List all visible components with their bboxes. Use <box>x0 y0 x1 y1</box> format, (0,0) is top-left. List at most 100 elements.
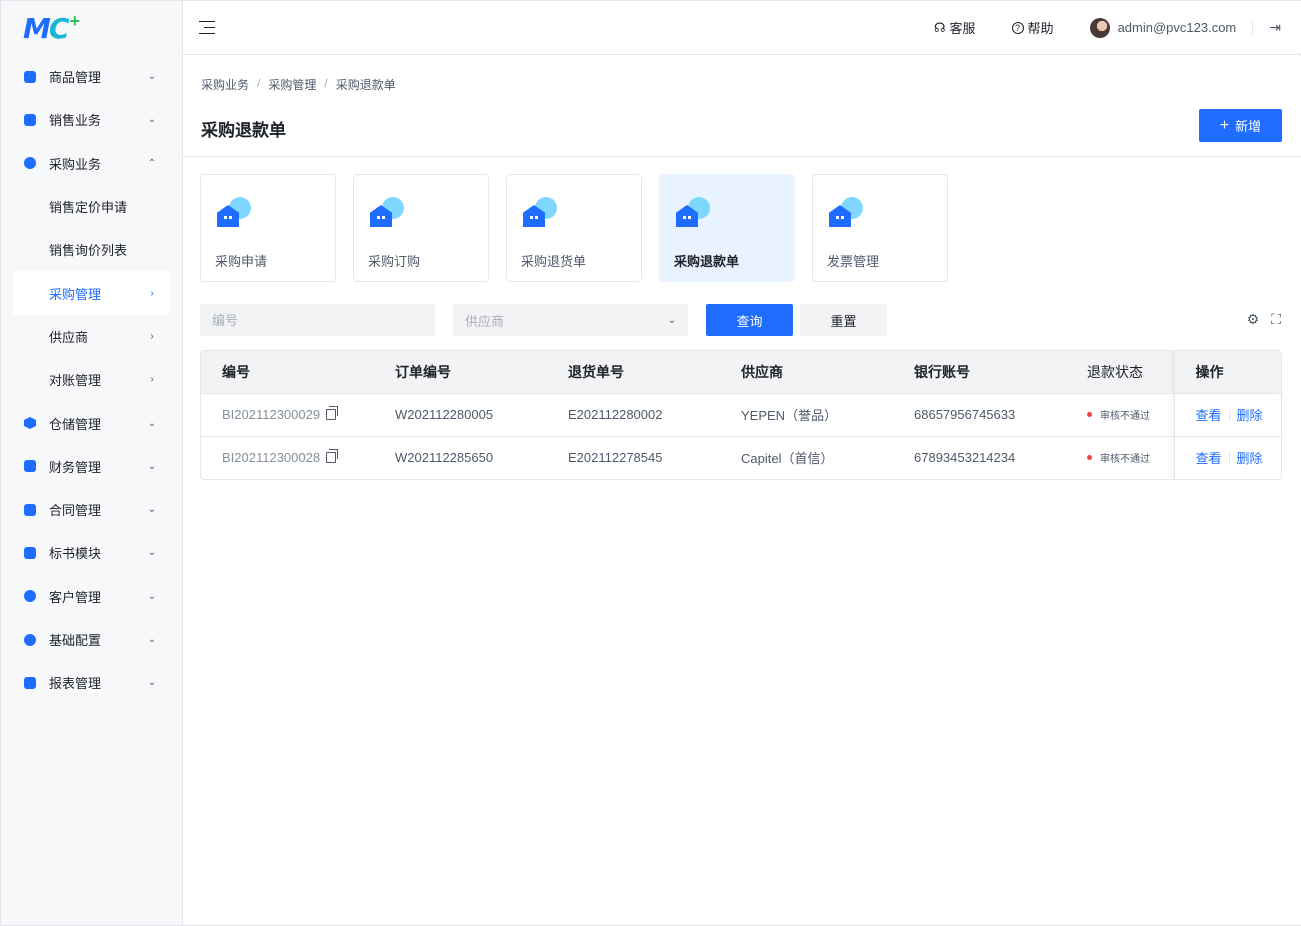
chevron-down-icon: ⌄ <box>147 71 157 83</box>
refund-table: 编号 订单编号 退货单号 供应商 银行账号 退款状态 操作 BI20211230… <box>200 350 1282 480</box>
card-purchase-refund[interactable]: 采购退款单 <box>659 174 795 282</box>
logout-icon[interactable]: ⇥ <box>1269 19 1281 36</box>
logo-text: MC <box>23 11 70 45</box>
cell-account: 67893453214234 <box>914 450 1016 466</box>
purchase-icon <box>24 157 36 170</box>
fullscreen-icon[interactable]: ⛶ <box>1271 311 1281 328</box>
book-icon <box>24 503 36 516</box>
card-purchase-return[interactable]: 采购退货单 <box>506 174 642 282</box>
sidebar-item-sales[interactable]: 销售业务 ⌄ <box>1 98 182 141</box>
customer-service-link[interactable]: ☊ 客服 <box>934 18 976 37</box>
filter-bar: 供应商 ⌄ 查询 重置 <box>200 304 887 336</box>
sidebar-item-warehouse[interactable]: 仓储管理 ⌄ <box>1 401 182 444</box>
cube-icon <box>24 417 36 430</box>
sidebar-item-label: 采购业务 <box>49 156 102 172</box>
chevron-down-icon: ⌄ <box>147 547 157 559</box>
logo-c: C <box>48 11 70 45</box>
sidebar-item-finance[interactable]: 财务管理 ⌄ <box>1 445 182 488</box>
copy-icon[interactable] <box>326 449 339 464</box>
query-button[interactable]: 查询 <box>706 304 793 336</box>
sidebar-item-label: 商品管理 <box>49 70 102 86</box>
breadcrumb: 采购业务 / 采购管理 / 采购退款单 <box>201 76 396 93</box>
sidebar-item-config[interactable]: 基础配置 ⌄ <box>1 618 182 661</box>
sidebar-item-bids[interactable]: 标书模块 ⌄ <box>1 531 182 574</box>
logo[interactable]: MC + <box>1 1 182 55</box>
breadcrumb-item[interactable]: 采购管理 <box>268 76 316 93</box>
cell-actions: 查看 删除 <box>1173 393 1281 437</box>
sidebar-item-reconciliation[interactable]: 对账管理 › <box>1 358 182 401</box>
header-divider <box>1252 19 1254 36</box>
sidebar-item-label: 销售业务 <box>49 113 102 129</box>
house-icon <box>217 197 251 229</box>
card-label: 采购退款单 <box>674 254 740 269</box>
main-content: 采购业务 / 采购管理 / 采购退款单 采购退款单 + 新增 采购申请 采购订购… <box>183 56 1301 925</box>
cell-return: E202112278545 <box>568 450 663 466</box>
settings-icon <box>24 633 36 646</box>
wallet-icon <box>24 460 36 473</box>
product-icon <box>24 70 36 83</box>
house-icon <box>829 197 863 229</box>
status-badge: 审核不通过 <box>1087 450 1174 465</box>
house-icon <box>370 197 404 229</box>
sidebar-item-contracts[interactable]: 合同管理 ⌄ <box>1 488 182 531</box>
sidebar-item-inquiry-list[interactable]: 销售询价列表 <box>1 228 182 271</box>
header-actions: ☊ 客服 ? 帮助 admin@pvc123.com ⇥ <box>898 17 1301 38</box>
menu-collapse-icon[interactable] <box>199 20 217 35</box>
card-label: 采购退货单 <box>521 254 587 269</box>
sidebar-item-customers[interactable]: 客户管理 ⌄ <box>1 575 182 618</box>
chevron-down-icon: ⌄ <box>667 314 676 326</box>
user-menu[interactable]: admin@pvc123.com <box>1089 17 1236 38</box>
sidebar-item-label: 对账管理 <box>49 373 102 389</box>
help-icon: ? <box>1011 21 1024 34</box>
sidebar-item-products[interactable]: 商品管理 ⌄ <box>1 55 182 98</box>
view-link[interactable]: 查看 <box>1196 451 1222 466</box>
breadcrumb-separator: / <box>324 76 328 90</box>
help-link[interactable]: ? 帮助 <box>1011 18 1054 37</box>
sidebar-item-label: 合同管理 <box>49 503 102 519</box>
copy-icon[interactable] <box>326 406 339 420</box>
sidebar-nav: 商品管理 ⌄ 销售业务 ⌄ 采购业务 ⌃ 销售定价申请 销售询价列表 采购管理 <box>1 55 182 704</box>
add-button[interactable]: + 新增 <box>1199 109 1282 142</box>
sidebar-item-reports[interactable]: 报表管理 ⌄ <box>1 661 182 704</box>
delete-link[interactable]: 删除 <box>1237 451 1263 466</box>
briefcase-icon <box>24 113 36 126</box>
cell-status: 审核不通过 <box>1066 393 1174 437</box>
page-title: 采购退款单 <box>201 121 286 140</box>
clipboard-icon <box>24 676 36 689</box>
column-header: 操作 <box>1173 351 1281 394</box>
card-invoice-management[interactable]: 发票管理 <box>812 174 948 282</box>
column-header: 订单编号 <box>374 351 547 394</box>
cell-code: BI202112300028 <box>201 436 374 479</box>
column-header: 退货单号 <box>547 351 720 394</box>
sidebar-item-pricing-request[interactable]: 销售定价申请 <box>1 185 182 228</box>
status-dot-icon <box>1087 455 1092 461</box>
breadcrumb-separator: / <box>257 76 261 90</box>
breadcrumb-item[interactable]: 采购业务 <box>201 76 249 93</box>
chevron-down-icon: ⌄ <box>147 417 157 429</box>
chevron-down-icon: ⌄ <box>147 590 157 602</box>
sidebar-item-purchasing[interactable]: 采购业务 ⌃ <box>1 142 182 185</box>
sidebar-item-label: 销售定价申请 <box>49 200 128 216</box>
sidebar-item-purchase-management[interactable]: 采购管理 › <box>13 271 170 315</box>
chevron-down-icon: ⌄ <box>147 114 157 126</box>
help-label: 帮助 <box>1027 21 1054 36</box>
gear-icon[interactable]: ⚙ <box>1247 311 1260 328</box>
sidebar-item-suppliers[interactable]: 供应商 › <box>1 315 182 358</box>
status-dot-icon <box>1087 412 1092 417</box>
chevron-up-icon: ⌃ <box>147 157 157 169</box>
chevron-down-icon: ⌄ <box>147 677 157 689</box>
supplier-select[interactable]: 供应商 ⌄ <box>453 304 688 336</box>
breadcrumb-item-current: 采购退款单 <box>335 78 396 92</box>
table-row: BI202112300028 W202112285650 E2021122785… <box>201 436 1281 479</box>
sidebar-item-label: 销售询价列表 <box>49 243 128 259</box>
status-badge: 审核不通过 <box>1087 407 1174 422</box>
plus-icon: + <box>1219 116 1230 134</box>
reset-button[interactable]: 重置 <box>800 304 887 336</box>
delete-link[interactable]: 删除 <box>1237 408 1263 423</box>
view-link[interactable]: 查看 <box>1196 408 1222 423</box>
code-text: BI202112300029 <box>222 407 321 422</box>
card-purchase-order[interactable]: 采购订购 <box>353 174 489 282</box>
code-input[interactable] <box>200 304 435 336</box>
sidebar-item-label: 仓储管理 <box>49 416 102 432</box>
card-purchase-request[interactable]: 采购申请 <box>200 174 336 282</box>
